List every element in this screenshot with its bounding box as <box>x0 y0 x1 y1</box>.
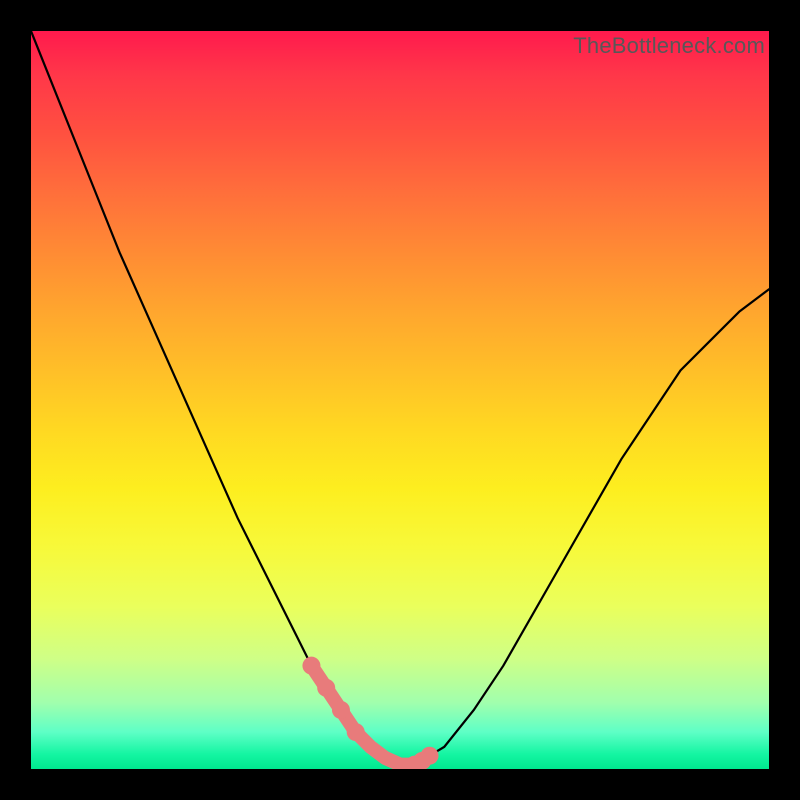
chart-plot-area: TheBottleneck.com <box>31 31 769 769</box>
bottleneck-curve <box>31 31 769 769</box>
